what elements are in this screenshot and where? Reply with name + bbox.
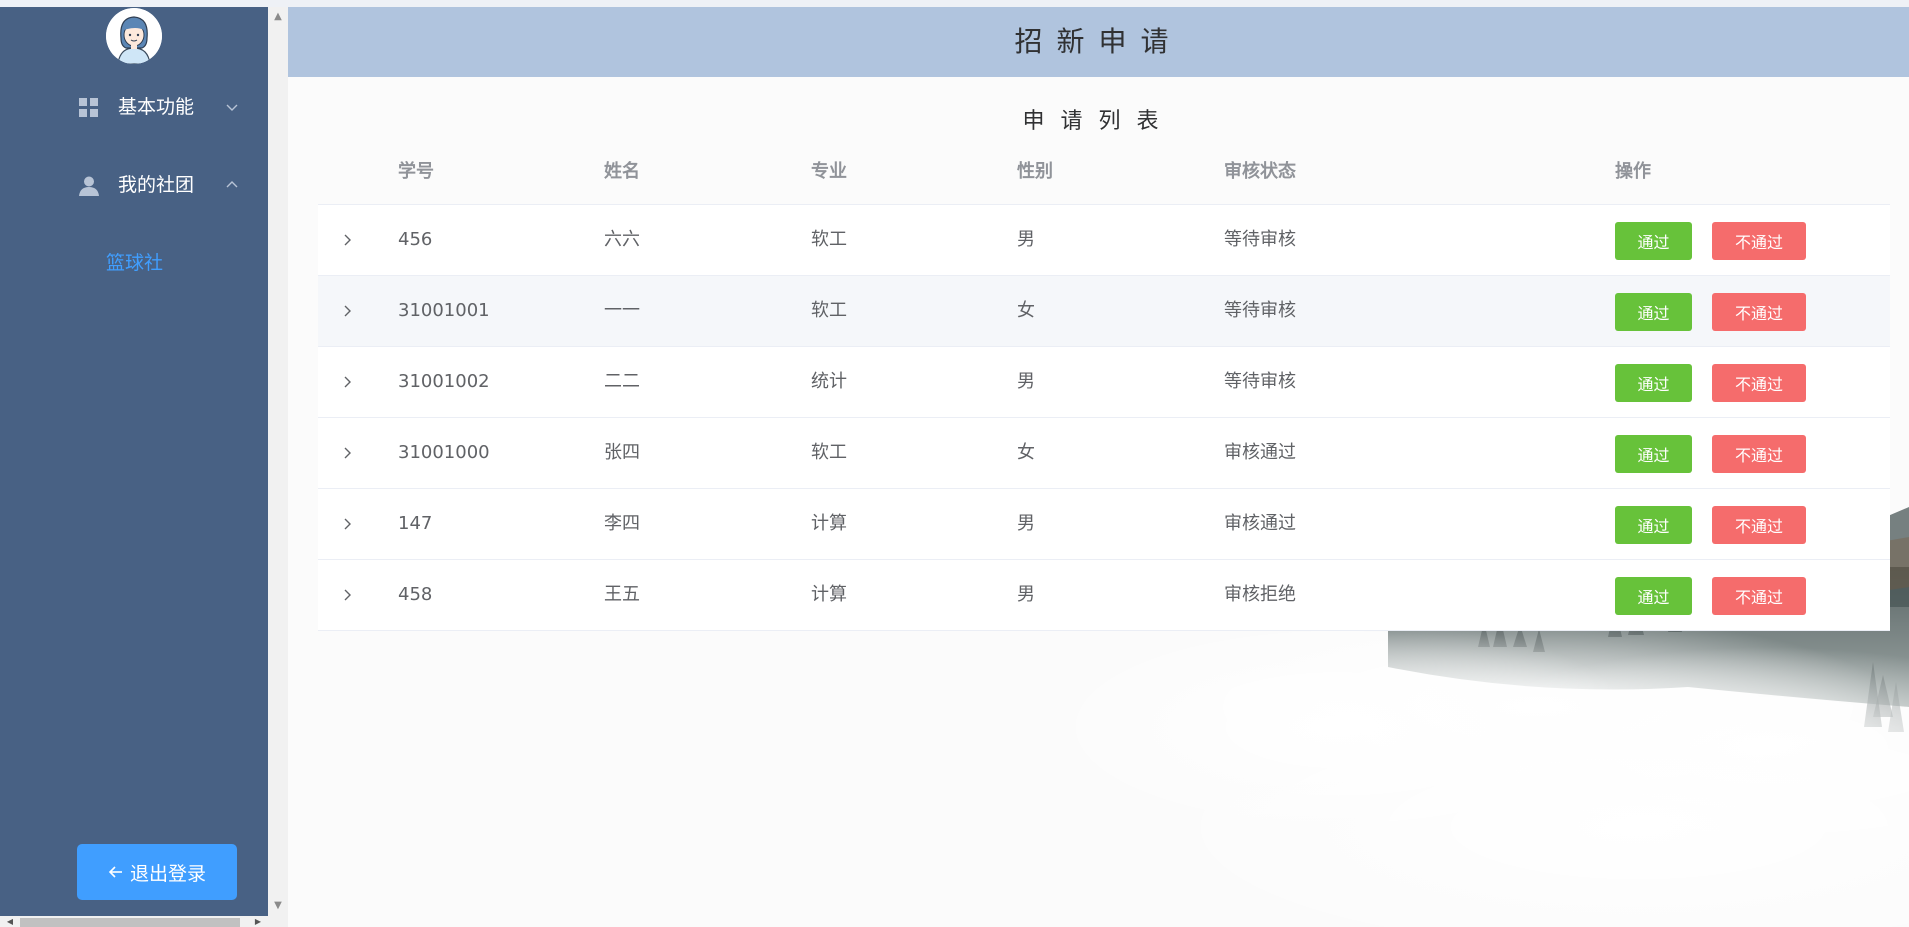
- scroll-down-arrow-icon[interactable]: ▼: [268, 896, 288, 916]
- cell-name: 二二: [604, 371, 640, 392]
- cell-major: 软工: [811, 442, 847, 463]
- logout-button[interactable]: 退出登录: [77, 844, 237, 900]
- cell-name: 王五: [604, 584, 640, 605]
- cell-gender: 男: [1017, 513, 1035, 534]
- user-icon: [79, 176, 99, 196]
- submenu-label: 篮球社: [106, 252, 164, 274]
- cell-status: 审核通过: [1224, 513, 1296, 534]
- cell-student-id: 31001000: [398, 442, 490, 463]
- menu-label: 我的社团: [118, 174, 195, 196]
- cell-student-id: 31001002: [398, 371, 490, 392]
- column-header-gender: 性别: [1017, 161, 1053, 182]
- cell-gender: 女: [1017, 442, 1035, 463]
- column-header-student-id: 学号: [398, 161, 434, 182]
- cell-gender: 男: [1017, 584, 1035, 605]
- menu-basic-functions[interactable]: 基本功能: [0, 79, 268, 135]
- list-title: 申请列表: [1022, 109, 1175, 134]
- expand-chevron-icon[interactable]: [340, 232, 356, 248]
- cell-name: 六六: [604, 229, 640, 250]
- arrow-left-icon: [108, 866, 122, 878]
- menu-my-clubs[interactable]: 我的社团: [0, 157, 268, 213]
- cell-student-id: 458: [398, 584, 433, 605]
- expand-chevron-icon[interactable]: [340, 303, 356, 319]
- expand-chevron-icon[interactable]: [340, 587, 356, 603]
- approve-button[interactable]: 通过: [1615, 293, 1692, 331]
- logout-label: 退出登录: [129, 863, 206, 885]
- column-header-name: 姓名: [604, 161, 640, 182]
- reject-button[interactable]: 不通过: [1712, 577, 1806, 615]
- approve-button[interactable]: 通过: [1615, 435, 1692, 473]
- expand-chevron-icon[interactable]: [340, 516, 356, 532]
- avatar[interactable]: [106, 8, 162, 64]
- menu-label: 基本功能: [118, 96, 195, 118]
- reject-button[interactable]: 不通过: [1712, 293, 1806, 331]
- table-row: 458 王五 计算 男 审核拒绝 通过 不通过: [318, 560, 1890, 631]
- cell-status: 审核通过: [1224, 442, 1296, 463]
- approve-button[interactable]: 通过: [1615, 222, 1692, 260]
- cell-major: 软工: [811, 229, 847, 250]
- cell-status: 等待审核: [1224, 371, 1296, 392]
- column-header-actions: 操作: [1615, 161, 1651, 182]
- approve-button[interactable]: 通过: [1615, 577, 1692, 615]
- table-row: 456 六六 软工 男 等待审核 通过 不通过: [318, 205, 1890, 276]
- horizontal-scrollbar[interactable]: ◀ ▶: [0, 916, 288, 927]
- cell-student-id: 31001001: [398, 300, 490, 321]
- table-header: 学号 姓名 专业 性别 审核状态 操作: [318, 147, 1890, 205]
- horizontal-scroll-thumb[interactable]: [20, 918, 240, 927]
- cell-major: 统计: [811, 371, 847, 392]
- page-title: 招新申请: [1014, 25, 1183, 58]
- grid-icon: [79, 98, 98, 117]
- column-header-status: 审核状态: [1224, 161, 1296, 182]
- sidebar: 基本功能 我的社团 篮球社 退出登录: [0, 7, 268, 916]
- expand-chevron-icon[interactable]: [340, 445, 356, 461]
- header-bar: 招新申请: [288, 7, 1909, 77]
- cell-student-id: 147: [398, 513, 433, 534]
- main-content: 招新申请 申请列表 学号 姓名 专业 性别 审核状态 操作 456 六六 软工 …: [288, 7, 1909, 927]
- applications-table: 学号 姓名 专业 性别 审核状态 操作 456 六六 软工 男 等待审核 通过 …: [318, 147, 1890, 631]
- cell-student-id: 456: [398, 229, 433, 250]
- reject-button[interactable]: 不通过: [1712, 222, 1806, 260]
- cell-name: 李四: [604, 513, 640, 534]
- table-row: 31001000 张四 软工 女 审核通过 通过 不通过: [318, 418, 1890, 489]
- cell-name: 一一: [604, 300, 640, 321]
- table-row: 31001002 二二 统计 男 等待审核 通过 不通过: [318, 347, 1890, 418]
- avatar-image: [106, 8, 162, 64]
- table-row: 147 李四 计算 男 审核通过 通过 不通过: [318, 489, 1890, 560]
- cell-status: 审核拒绝: [1224, 584, 1296, 605]
- cell-gender: 男: [1017, 229, 1035, 250]
- cell-gender: 男: [1017, 371, 1035, 392]
- scroll-up-arrow-icon[interactable]: ▲: [268, 7, 288, 27]
- submenu-basketball-club[interactable]: 篮球社: [0, 239, 268, 287]
- approve-button[interactable]: 通过: [1615, 506, 1692, 544]
- approve-button[interactable]: 通过: [1615, 364, 1692, 402]
- reject-button[interactable]: 不通过: [1712, 435, 1806, 473]
- cell-major: 计算: [811, 513, 847, 534]
- table-row: 31001001 一一 软工 女 等待审核 通过 不通过: [318, 276, 1890, 347]
- cell-major: 计算: [811, 584, 847, 605]
- cell-name: 张四: [604, 442, 640, 463]
- reject-button[interactable]: 不通过: [1712, 506, 1806, 544]
- scroll-left-arrow-icon[interactable]: ◀: [2, 916, 18, 927]
- scroll-right-arrow-icon[interactable]: ▶: [250, 916, 266, 927]
- column-header-major: 专业: [811, 161, 847, 182]
- cell-status: 等待审核: [1224, 300, 1296, 321]
- vertical-scrollbar[interactable]: ▲ ▼: [268, 7, 288, 916]
- chevron-up-icon: [226, 181, 238, 188]
- expand-chevron-icon[interactable]: [340, 374, 356, 390]
- chevron-down-icon: [226, 104, 238, 111]
- cell-major: 软工: [811, 300, 847, 321]
- cell-status: 等待审核: [1224, 229, 1296, 250]
- cell-gender: 女: [1017, 300, 1035, 321]
- reject-button[interactable]: 不通过: [1712, 364, 1806, 402]
